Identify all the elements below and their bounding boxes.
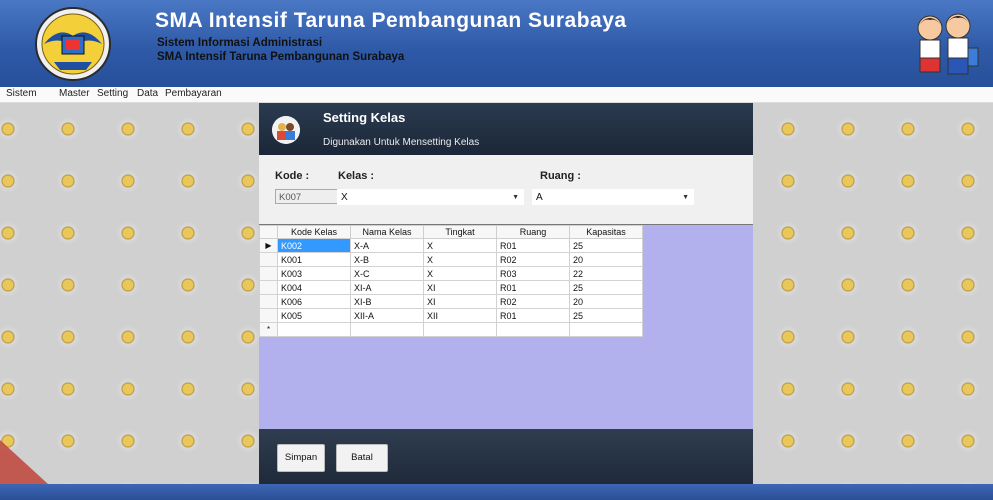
kode-label: Kode :	[275, 170, 310, 182]
form-header: Setting Kelas Digunakan Untuk Mensetting…	[259, 103, 753, 155]
table-row[interactable]: K003 X-C X R03 22	[259, 266, 643, 281]
chevron-down-icon: ▼	[682, 194, 689, 201]
cell-kapasitas[interactable]: 25	[569, 280, 643, 295]
cell-kode[interactable]: K006	[277, 294, 351, 309]
new-row[interactable]: *	[259, 322, 643, 337]
ruang-value: A	[536, 192, 543, 203]
cell-ruang[interactable]: R01	[496, 238, 570, 253]
cell-kapasitas[interactable]: 20	[569, 252, 643, 267]
cell-nama[interactable]: XII-A	[350, 308, 424, 323]
column-header[interactable]: Tingkat	[423, 225, 497, 239]
cell-kapasitas[interactable]: 25	[569, 238, 643, 253]
cell-ruang[interactable]: R01	[496, 280, 570, 295]
menu-pembayaran[interactable]: Pembayaran	[165, 88, 222, 99]
cell-tingkat[interactable]: XII	[423, 308, 497, 323]
table-row[interactable]: K006 XI-B XI R02 20	[259, 294, 643, 309]
cell-nama[interactable]: X-B	[350, 252, 424, 267]
cell-kode[interactable]: K002	[277, 238, 351, 253]
table-row[interactable]: K004 XI-A XI R01 25	[259, 280, 643, 295]
status-strip	[0, 484, 993, 500]
table-header-row: Kode Kelas Nama Kelas Tingkat Ruang Kapa…	[259, 225, 643, 239]
cell-kapasitas[interactable]: 25	[569, 308, 643, 323]
cell-kapasitas[interactable]: 22	[569, 266, 643, 281]
table-row[interactable]: ▶ K002 X-A X R01 25	[259, 238, 643, 253]
school-emblem-icon	[35, 7, 111, 81]
app-title: SMA Intensif Taruna Pembangunan Surabaya	[155, 9, 627, 32]
kelas-label: Kelas :	[338, 170, 375, 182]
cell-kapasitas[interactable]: 20	[569, 294, 643, 309]
ruang-label: Ruang :	[540, 170, 581, 182]
form-footer: Simpan Batal	[259, 429, 753, 484]
save-button[interactable]: Simpan	[277, 444, 325, 472]
row-header	[259, 252, 278, 267]
row-header	[259, 294, 278, 309]
row-header-corner	[259, 225, 278, 239]
kelas-grid: Kode Kelas Nama Kelas Tingkat Ruang Kapa…	[259, 224, 753, 430]
users-icon	[272, 116, 300, 144]
kelas-value: X	[341, 192, 348, 203]
column-header[interactable]: Kapasitas	[569, 225, 643, 239]
cell-tingkat[interactable]: XI	[423, 280, 497, 295]
menu-data[interactable]: Data	[137, 88, 158, 99]
cell-nama[interactable]: XI-A	[350, 280, 424, 295]
cancel-button[interactable]: Batal	[336, 444, 388, 472]
kelas-table: Kode Kelas Nama Kelas Tingkat Ruang Kapa…	[259, 225, 643, 337]
row-header	[259, 308, 278, 323]
form-description: Digunakan Untuk Mensetting Kelas	[323, 137, 480, 148]
cell-tingkat[interactable]: X	[423, 252, 497, 267]
cell-kode[interactable]: K001	[277, 252, 351, 267]
cell-nama[interactable]: X-C	[350, 266, 424, 281]
cell-kode[interactable]: K004	[277, 280, 351, 295]
decorative-corner	[0, 440, 48, 484]
students-illustration-icon	[917, 13, 979, 75]
menu-sistem[interactable]: Sistem	[6, 88, 37, 99]
chevron-down-icon: ▼	[512, 194, 519, 201]
cell-new[interactable]	[496, 322, 570, 337]
column-header[interactable]: Kode Kelas	[277, 225, 351, 239]
cell-ruang[interactable]: R02	[496, 252, 570, 267]
cell-tingkat[interactable]: X	[423, 266, 497, 281]
cell-new[interactable]	[423, 322, 497, 337]
row-pointer-icon: ▶	[259, 238, 278, 253]
cell-nama[interactable]: X-A	[350, 238, 424, 253]
row-header	[259, 266, 278, 281]
ruang-select[interactable]: A ▼	[532, 189, 694, 205]
menu-bar: Sistem Master Setting Data Pembayaran	[0, 87, 993, 103]
cell-nama[interactable]: XI-B	[350, 294, 424, 309]
cell-kode[interactable]: K005	[277, 308, 351, 323]
cell-ruang[interactable]: R01	[496, 308, 570, 323]
cell-ruang[interactable]: R02	[496, 294, 570, 309]
column-header[interactable]: Nama Kelas	[350, 225, 424, 239]
cell-new[interactable]	[569, 322, 643, 337]
cell-new[interactable]	[277, 322, 351, 337]
new-row-marker: *	[259, 322, 278, 337]
app-subtitle: Sistem Informasi Administrasi	[157, 37, 323, 49]
app-header: SMA Intensif Taruna Pembangunan Surabaya…	[0, 0, 993, 87]
table-row[interactable]: K005 XII-A XII R01 25	[259, 308, 643, 323]
form-title: Setting Kelas	[323, 110, 406, 125]
column-header[interactable]: Ruang	[496, 225, 570, 239]
cell-ruang[interactable]: R03	[496, 266, 570, 281]
cell-tingkat[interactable]: X	[423, 238, 497, 253]
app-subtitle-school: SMA Intensif Taruna Pembangunan Surabaya	[157, 51, 405, 63]
menu-master[interactable]: Master	[59, 88, 90, 99]
menu-setting[interactable]: Setting	[97, 88, 128, 99]
cell-new[interactable]	[350, 322, 424, 337]
cell-tingkat[interactable]: XI	[423, 294, 497, 309]
setting-kelas-form: Setting Kelas Digunakan Untuk Mensetting…	[259, 103, 753, 484]
row-header	[259, 280, 278, 295]
table-row[interactable]: K001 X-B X R02 20	[259, 252, 643, 267]
cell-kode[interactable]: K003	[277, 266, 351, 281]
kelas-select[interactable]: X ▼	[337, 189, 524, 205]
